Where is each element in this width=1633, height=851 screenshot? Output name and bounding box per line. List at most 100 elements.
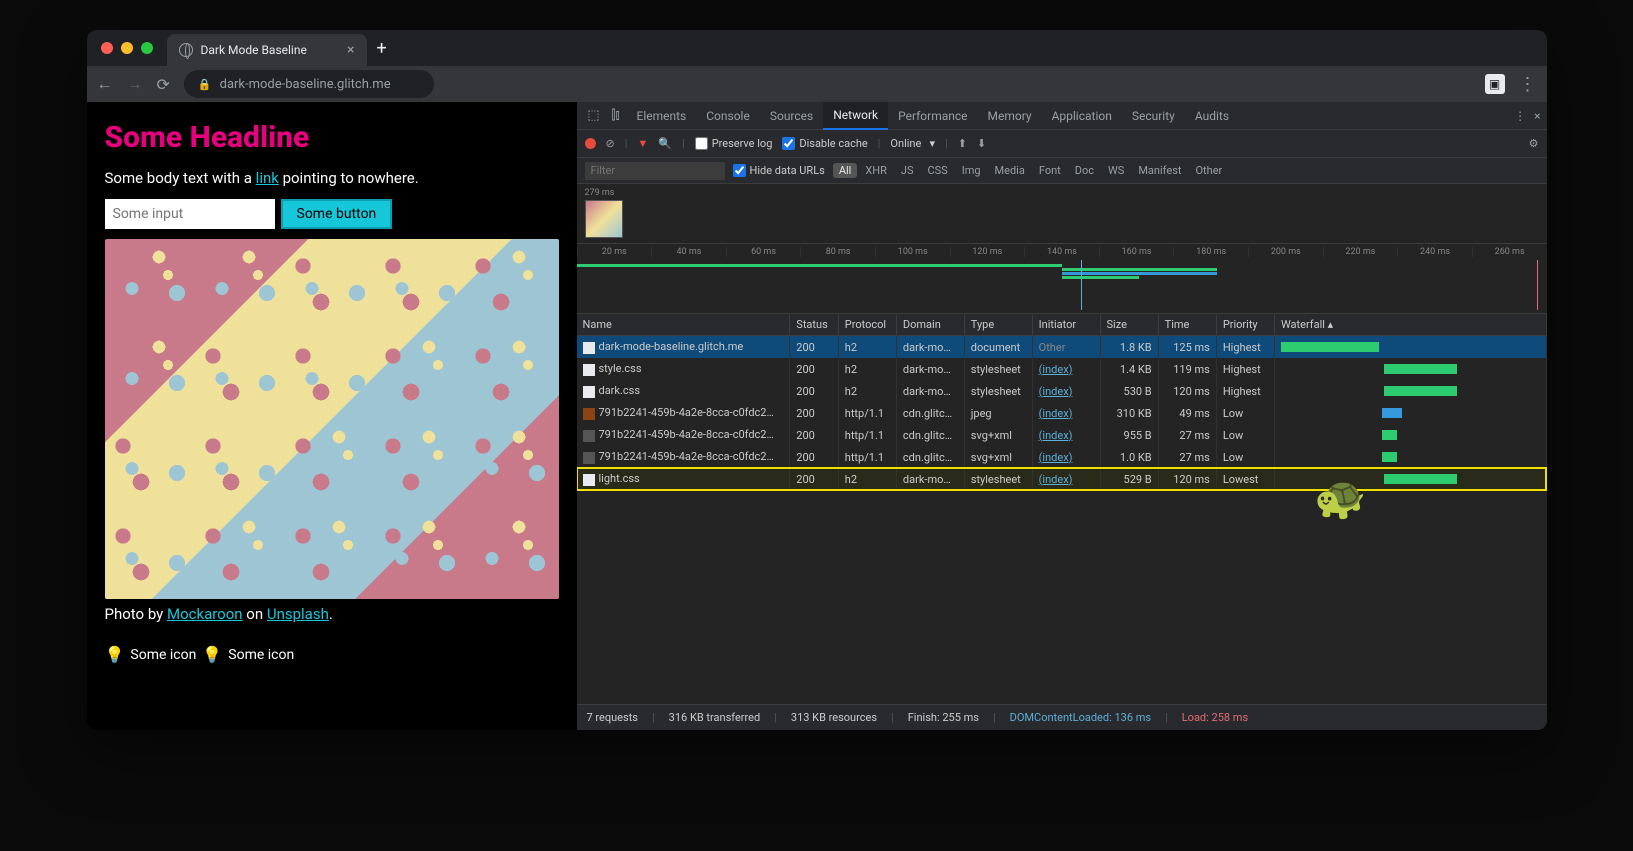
devtools-tab-console[interactable]: Console (696, 102, 760, 130)
filter-input[interactable] (585, 162, 725, 180)
screenshot-thumbnail[interactable] (585, 200, 623, 238)
lock-icon: 🔒 (198, 78, 212, 91)
network-row[interactable]: 791b2241-459b-4a2e-8cca-c0fdc2…200http/1… (577, 446, 1547, 468)
caption-mid: on (243, 605, 267, 623)
content-area: Some Headline Some body text with a link… (87, 102, 1547, 730)
network-row[interactable]: light.css200h2dark-mo…stylesheet(index)5… (577, 468, 1547, 490)
caption-author-link[interactable]: Mockaroon (167, 605, 243, 623)
clear-icon[interactable]: ⊘ (606, 137, 615, 150)
traffic-lights (101, 42, 153, 54)
status-load: Load: 258 ms (1182, 711, 1248, 724)
status-bar: 7 requests| 316 KB transferred| 313 KB r… (577, 704, 1547, 730)
extension-icon[interactable]: ▣ (1485, 74, 1505, 94)
column-header-initiator[interactable]: Initiator (1032, 314, 1100, 336)
devtools-close-icon[interactable]: × (1534, 109, 1540, 123)
column-header-status[interactable]: Status (790, 314, 838, 336)
inspect-icon[interactable]: ⬚ (583, 108, 605, 123)
devtools-tab-security[interactable]: Security (1122, 102, 1185, 130)
reload-button[interactable]: ⟳ (157, 75, 170, 94)
browser-menu-icon[interactable]: ⋮ (1519, 74, 1537, 95)
device-icon[interactable]: ⫿⫾ (605, 108, 627, 123)
network-toolbar: ⊘ | ▼ 🔍 | Preserve log Disable cache | O… (577, 130, 1547, 158)
timeline[interactable]: 20 ms40 ms60 ms80 ms100 ms120 ms140 ms16… (577, 244, 1547, 314)
column-header-waterfall[interactable]: Waterfall ▴ (1274, 314, 1546, 336)
new-tab-button[interactable]: + (377, 38, 387, 59)
timeline-tick: 60 ms (726, 247, 801, 257)
title-bar: Dark Mode Baseline × + (87, 30, 1547, 66)
disable-cache-checkbox[interactable]: Disable cache (782, 137, 867, 150)
column-header-type[interactable]: Type (964, 314, 1032, 336)
filter-pill-all[interactable]: All (833, 163, 858, 178)
icon-label-1: Some icon (130, 647, 196, 663)
preserve-log-checkbox[interactable]: Preserve log (695, 137, 773, 150)
devtools-tab-audits[interactable]: Audits (1185, 102, 1239, 130)
timeline-tick: 80 ms (800, 247, 875, 257)
column-header-domain[interactable]: Domain (896, 314, 964, 336)
devtools-tab-memory[interactable]: Memory (978, 102, 1042, 130)
devtools-more-icon[interactable]: ⋮ (1514, 109, 1526, 123)
filter-pill-doc[interactable]: Doc (1069, 163, 1100, 178)
column-header-name[interactable]: Name (577, 314, 790, 336)
back-button[interactable]: ← (97, 74, 113, 94)
status-requests: 7 requests (587, 711, 638, 724)
filter-pill-ws[interactable]: WS (1102, 163, 1130, 178)
filter-pill-js[interactable]: JS (895, 163, 920, 178)
devtools-tab-application[interactable]: Application (1042, 102, 1122, 130)
column-header-priority[interactable]: Priority (1216, 314, 1274, 336)
body-link[interactable]: link (256, 169, 279, 187)
image-caption: Photo by Mockaroon on Unsplash. (105, 605, 559, 623)
close-window-icon[interactable] (101, 42, 113, 54)
column-header-protocol[interactable]: Protocol (838, 314, 896, 336)
hide-data-urls-label: Hide data URLs (750, 164, 825, 177)
search-icon[interactable]: 🔍 (658, 137, 672, 150)
minimize-window-icon[interactable] (121, 42, 133, 54)
throttle-select[interactable]: Online ▾ (890, 137, 935, 150)
icons-row: 💡Some icon 💡Some icon (105, 645, 559, 664)
filter-toggle-icon[interactable]: ▼ (637, 137, 648, 150)
network-row[interactable]: 791b2241-459b-4a2e-8cca-c0fdc2…200http/1… (577, 424, 1547, 446)
network-row[interactable]: dark-mode-baseline.glitch.me200h2dark-mo… (577, 336, 1547, 359)
tab-title: Dark Mode Baseline (201, 43, 307, 57)
form-row: Some button (105, 199, 559, 229)
network-row[interactable]: 791b2241-459b-4a2e-8cca-c0fdc2…200http/1… (577, 402, 1547, 424)
upload-icon[interactable]: ⬆ (958, 137, 967, 150)
filter-pill-manifest[interactable]: Manifest (1132, 163, 1187, 178)
column-header-time[interactable]: Time (1158, 314, 1216, 336)
column-header-size[interactable]: Size (1100, 314, 1158, 336)
globe-icon (179, 43, 193, 57)
url-bar[interactable]: 🔒 dark-mode-baseline.glitch.me (184, 70, 434, 98)
record-icon[interactable] (585, 138, 596, 149)
download-icon[interactable]: ⬇ (977, 137, 986, 150)
some-button[interactable]: Some button (281, 199, 393, 229)
devtools-tab-performance[interactable]: Performance (888, 102, 977, 130)
filter-pill-css[interactable]: CSS (921, 163, 953, 178)
overview-time: 279 ms (585, 188, 615, 198)
network-row[interactable]: style.css200h2dark-mo…stylesheet(index)1… (577, 358, 1547, 380)
url-text: dark-mode-baseline.glitch.me (220, 77, 391, 92)
settings-icon[interactable]: ⚙ (1529, 137, 1539, 150)
filter-pill-media[interactable]: Media (989, 163, 1031, 178)
icon-label-2: Some icon (228, 647, 294, 663)
rendered-page: Some Headline Some body text with a link… (87, 102, 577, 730)
bulb-icon: 💡 (105, 645, 125, 664)
network-table[interactable]: NameStatusProtocolDomainTypeInitiatorSiz… (577, 314, 1547, 704)
filter-pill-xhr[interactable]: XHR (859, 163, 893, 178)
hide-data-urls-checkbox[interactable]: Hide data URLs (733, 164, 825, 177)
close-tab-icon[interactable]: × (347, 42, 354, 58)
overview-strip[interactable]: 279 ms (577, 184, 1547, 244)
filter-pill-img[interactable]: Img (956, 163, 987, 178)
text-input[interactable] (105, 199, 275, 229)
maximize-window-icon[interactable] (141, 42, 153, 54)
browser-window: Dark Mode Baseline × + ← → ⟳ 🔒 dark-mode… (87, 30, 1547, 730)
content-image (105, 239, 559, 599)
devtools-tab-network[interactable]: Network (823, 102, 888, 130)
timeline-tick: 240 ms (1397, 247, 1472, 257)
devtools-tab-sources[interactable]: Sources (760, 102, 823, 130)
filter-pill-font[interactable]: Font (1033, 163, 1067, 178)
devtools-tab-elements[interactable]: Elements (627, 102, 697, 130)
forward-button[interactable]: → (127, 74, 143, 94)
caption-site-link[interactable]: Unsplash (267, 605, 329, 623)
browser-tab[interactable]: Dark Mode Baseline × (167, 34, 367, 66)
filter-pill-other[interactable]: Other (1189, 163, 1228, 178)
network-row[interactable]: dark.css200h2dark-mo…stylesheet(index)53… (577, 380, 1547, 402)
